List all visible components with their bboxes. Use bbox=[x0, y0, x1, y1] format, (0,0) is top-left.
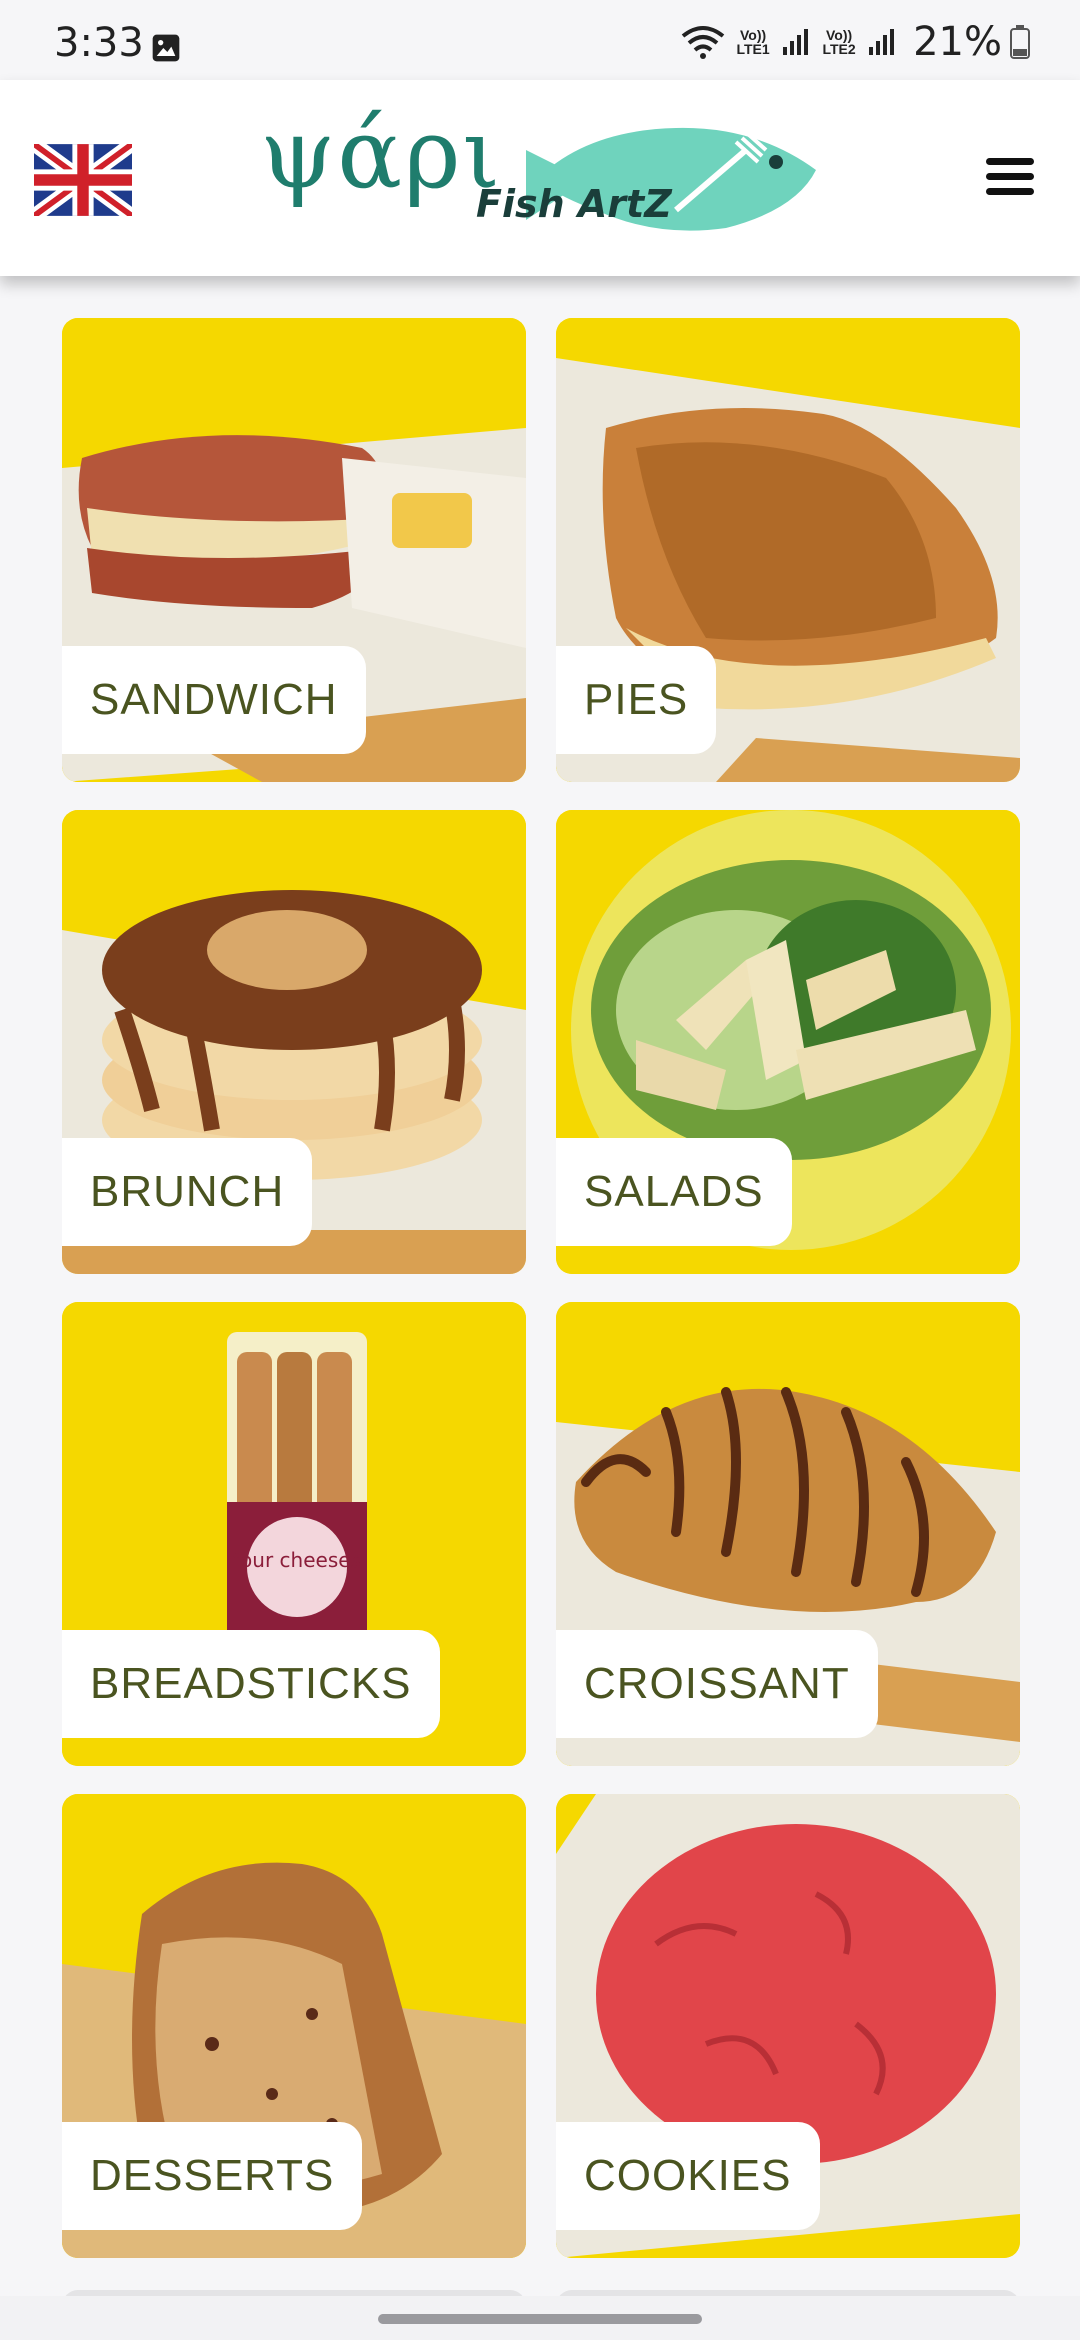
app-header: ψάρι Fish ArtZ bbox=[0, 80, 1080, 276]
battery-icon bbox=[1010, 25, 1030, 59]
category-label: DESSERTS bbox=[62, 2122, 363, 2230]
category-card-croissant[interactable]: CROISSANT bbox=[556, 1302, 1020, 1766]
status-bar: 3:33 Vo)) LTE1 Vo)) LTE2 21% bbox=[0, 0, 1080, 80]
category-label: COOKIES bbox=[556, 2122, 820, 2230]
category-label: PIES bbox=[556, 646, 717, 754]
signal-icon-1 bbox=[783, 29, 809, 55]
category-card-desserts[interactable]: DESSERTS bbox=[62, 1794, 526, 2258]
category-label: CROISSANT bbox=[556, 1630, 878, 1738]
category-label: SALADS bbox=[556, 1138, 792, 1246]
fish-logo-icon bbox=[526, 127, 816, 231]
package-text: four cheeses bbox=[233, 1548, 361, 1572]
sim1-label: Vo)) LTE1 bbox=[736, 27, 770, 57]
logo-text: ψάρι bbox=[260, 98, 503, 210]
logo-subtext: Fish ArtZ bbox=[476, 182, 672, 226]
gallery-icon bbox=[152, 34, 180, 62]
category-grid: SANDWICH PIES BRUNCH SALADS four cheeses… bbox=[62, 318, 1020, 2258]
category-card-sandwich[interactable]: SANDWICH bbox=[62, 318, 526, 782]
signal-icon-2 bbox=[869, 29, 895, 55]
category-label: SANDWICH bbox=[62, 646, 366, 754]
category-card-pies[interactable]: PIES bbox=[556, 318, 1020, 782]
home-indicator[interactable] bbox=[378, 2314, 702, 2324]
status-time: 3:33 bbox=[54, 20, 144, 66]
category-label: BREADSTICKS bbox=[62, 1630, 440, 1738]
hamburger-menu-icon[interactable] bbox=[980, 150, 1040, 210]
uk-flag-icon[interactable] bbox=[34, 144, 132, 216]
battery-percent: 21% bbox=[913, 19, 1002, 65]
category-card-breadsticks[interactable]: four cheeses BREADSTICKS bbox=[62, 1302, 526, 1766]
brand-logo[interactable]: ψάρι Fish ArtZ bbox=[256, 98, 824, 250]
wifi-icon bbox=[681, 26, 725, 59]
sim2-label: Vo)) LTE2 bbox=[822, 27, 856, 57]
category-card-brunch[interactable]: BRUNCH bbox=[62, 810, 526, 1274]
category-card-cookies[interactable]: COOKIES bbox=[556, 1794, 1020, 2258]
category-card-salads[interactable]: SALADS bbox=[556, 810, 1020, 1274]
category-label: BRUNCH bbox=[62, 1138, 313, 1246]
